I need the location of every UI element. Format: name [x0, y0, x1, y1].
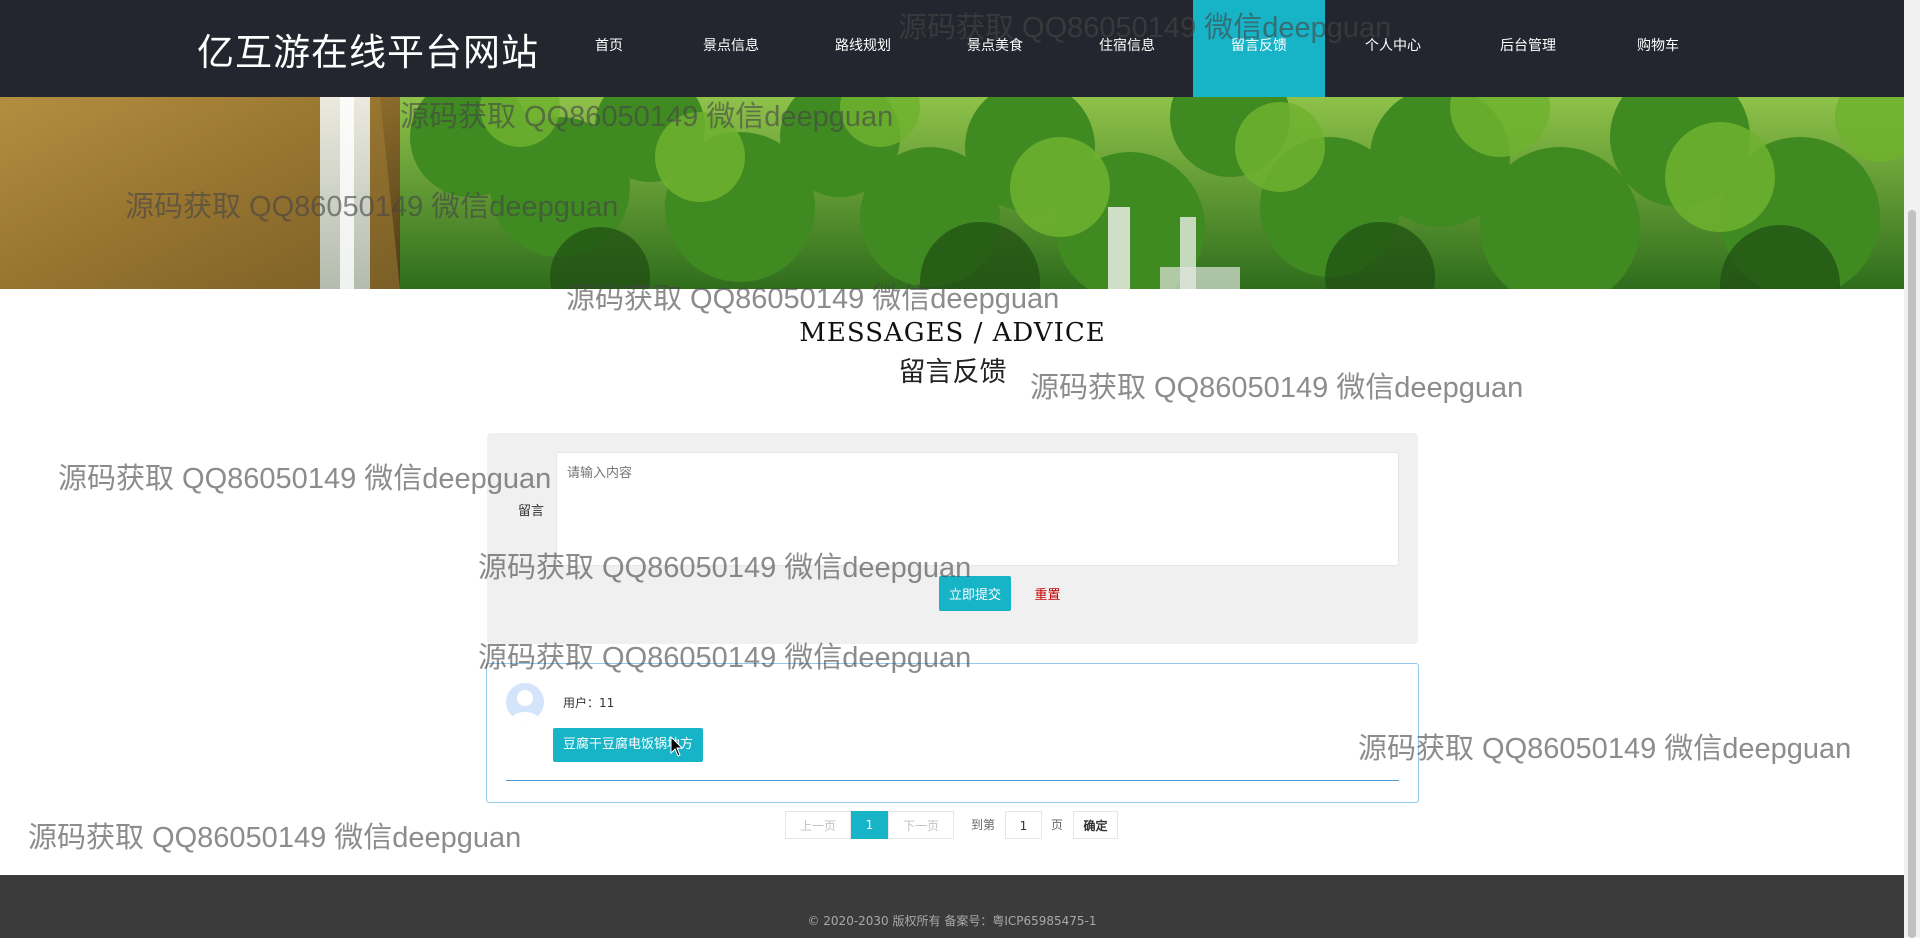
watermark-text: 源码获取 QQ86050149 微信deepguan — [58, 463, 552, 495]
nav-item-routes[interactable]: 路线规划 — [820, 0, 906, 97]
page-number-current[interactable]: 1 — [851, 811, 888, 839]
mouse-pointer-icon — [670, 736, 684, 757]
watermark-text: 源码获取 QQ86050149 微信deepguan — [1358, 733, 1852, 765]
message-textarea[interactable] — [556, 452, 1399, 566]
nav-item-profile[interactable]: 个人中心 — [1350, 0, 1436, 97]
submit-button[interactable]: 立即提交 — [939, 576, 1011, 611]
nav-menu: 首页 景点信息 路线规划 景点美食 住宿信息 留言反馈 个人中心 后台管理 购物… — [0, 0, 1904, 97]
goto-page-suffix: 页 — [1050, 818, 1063, 832]
section-title: MESSAGES / ADVICE — [799, 318, 1106, 348]
page-scrollbar[interactable] — [1904, 0, 1920, 938]
next-page-button[interactable]: 下一页 — [888, 811, 954, 839]
prev-page-button[interactable]: 上一页 — [785, 811, 851, 839]
banner-image — [0, 97, 1904, 289]
nav-item-admin[interactable]: 后台管理 — [1485, 0, 1571, 97]
goto-page-prefix: 到第 — [970, 818, 995, 832]
message-user: 用户：11 — [563, 696, 615, 710]
top-navbar: 亿互游在线平台网站 首页 景点信息 路线规划 景点美食 住宿信息 留言反馈 个人… — [0, 0, 1904, 97]
nav-item-attractions[interactable]: 景点信息 — [688, 0, 774, 97]
watermark-text: 源码获取 QQ86050149 微信deepguan — [28, 822, 522, 854]
message-divider — [506, 780, 1399, 781]
nav-item-home[interactable]: 首页 — [577, 0, 641, 97]
scrollbar-thumb[interactable] — [1908, 210, 1916, 938]
nav-item-feedback[interactable]: 留言反馈 — [1193, 0, 1325, 97]
message-field-label: 留言 — [518, 504, 545, 519]
goto-page-confirm-button[interactable]: 确定 — [1073, 811, 1118, 839]
section-subtitle: 留言反馈 — [898, 357, 1007, 388]
avatar — [506, 683, 544, 721]
nav-item-food[interactable]: 景点美食 — [952, 0, 1038, 97]
reset-button[interactable]: 重置 — [1025, 576, 1070, 611]
nav-item-cart[interactable]: 购物车 — [1615, 0, 1701, 97]
footer-copyright: © 2020-2030 版权所有 备案号：粤ICP65985475-1 — [807, 914, 1097, 928]
nav-item-lodging[interactable]: 住宿信息 — [1084, 0, 1170, 97]
goto-page-input[interactable]: 1 — [1005, 811, 1042, 839]
user-avatar-icon — [510, 690, 540, 721]
